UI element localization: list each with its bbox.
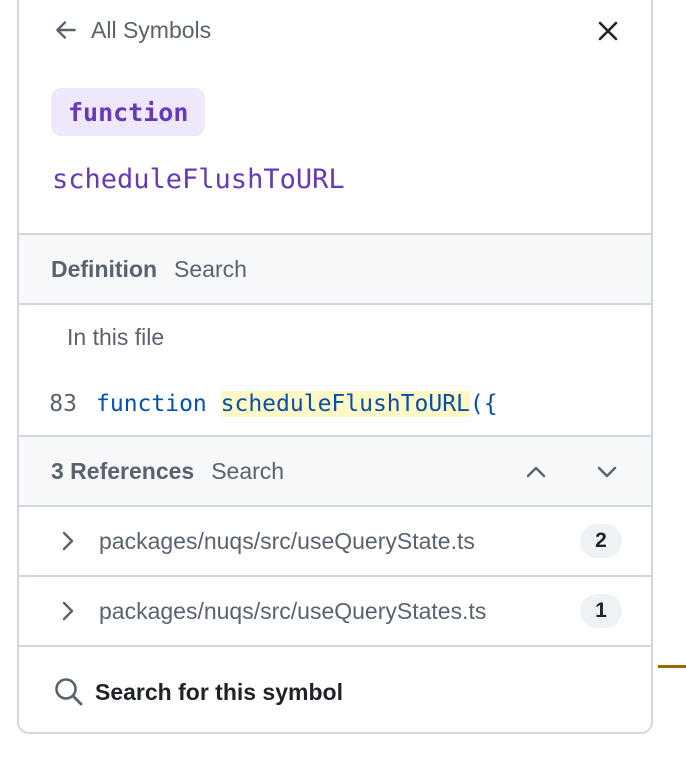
chevron-right-icon [59, 530, 79, 552]
chevron-down-icon [597, 466, 617, 478]
reference-file-row[interactable]: packages/nuqs/src/useQueryStates.ts 1 [19, 577, 651, 647]
symbol-panel: All Symbols function scheduleFlushToURL … [17, 0, 653, 734]
references-search-link[interactable]: Search [211, 458, 284, 485]
definition-header: Definition Search [19, 233, 651, 305]
panel-header: All Symbols [19, 2, 651, 58]
search-for-symbol-button[interactable]: Search for this symbol [53, 672, 343, 712]
references-header: 3 References Search [19, 435, 651, 507]
definition-search-link[interactable]: Search [174, 256, 247, 283]
next-reference-button[interactable] [590, 455, 624, 489]
reference-count-badge: 1 [580, 594, 622, 628]
search-for-symbol-label: Search for this symbol [95, 678, 343, 705]
all-symbols-back-link[interactable]: All Symbols [53, 14, 211, 46]
code-symbol-highlight: scheduleFlushToURL [220, 391, 470, 417]
definition-code-line[interactable]: 83 function scheduleFlushToURL({ [19, 384, 651, 424]
reference-count-badge: 2 [580, 524, 622, 558]
reference-file-path: packages/nuqs/src/useQueryState.ts [99, 527, 475, 554]
line-number: 83 [49, 391, 77, 417]
definition-scope-label: In this file [67, 324, 165, 350]
close-icon [598, 21, 618, 41]
definition-title: Definition [51, 255, 158, 282]
code-rest: ({ [469, 391, 498, 417]
reference-file-row[interactable]: packages/nuqs/src/useQueryState.ts 2 [19, 507, 651, 577]
code-keyword: function [96, 391, 207, 417]
references-title: 3 References [51, 457, 195, 484]
resize-handle[interactable] [658, 665, 686, 668]
arrow-left-icon [56, 21, 76, 39]
symbol-name: scheduleFlushToURL [52, 164, 345, 195]
symbol-kind-badge: function [51, 88, 206, 136]
search-icon [55, 678, 83, 706]
reference-file-path: packages/nuqs/src/useQueryStates.ts [99, 597, 487, 624]
chevron-up-icon [526, 466, 546, 478]
previous-reference-button[interactable] [519, 455, 553, 489]
code-snippet: function scheduleFlushToURL({ [96, 391, 498, 417]
close-button[interactable] [593, 16, 623, 46]
chevron-right-icon [59, 600, 79, 622]
back-link-label: All Symbols [91, 16, 212, 43]
